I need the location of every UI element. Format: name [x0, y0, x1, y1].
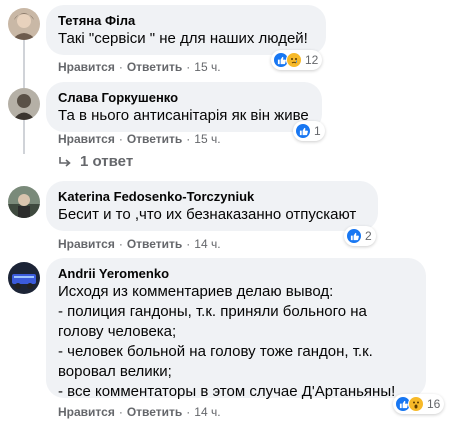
reaction-summary[interactable]: 12 — [271, 50, 323, 70]
reaction-count: 12 — [305, 53, 319, 67]
avatar[interactable] — [8, 186, 40, 218]
comment-actions: Нравится · Ответить · 14 ч. — [58, 404, 221, 420]
comment-bubble: Тетяна Філа Такі "сервіси " не для наших… — [46, 5, 326, 55]
like-icon — [295, 123, 311, 139]
reply-button[interactable]: Ответить — [127, 236, 182, 252]
comment-text: Такі "сервіси " не для наших людей! — [58, 30, 308, 47]
comment-timestamp[interactable]: 15 ч. — [194, 131, 220, 147]
comment-actions: Нравится · Ответить · 15 ч. — [58, 59, 221, 75]
comment-author[interactable]: Тетяна Філа — [58, 13, 314, 29]
avatar[interactable] — [8, 8, 40, 40]
comment-text: Исходя из комментариев делаю вывод: - по… — [58, 283, 396, 400]
comment-text: Бесит и то ,что их безнаказанно отпускаю… — [58, 206, 357, 223]
like-button[interactable]: Нравится — [58, 59, 115, 75]
reaction-summary[interactable]: 1 — [293, 121, 325, 141]
reaction-summary[interactable]: 2 — [344, 226, 376, 246]
thread-connector — [23, 40, 25, 88]
reaction-count: 2 — [365, 229, 372, 243]
avatar[interactable] — [8, 262, 40, 294]
comment-bubble: Katerina Fedosenko-Torczyniuk Бесит и то… — [46, 181, 378, 231]
like-icon — [346, 228, 362, 244]
thread-connector — [23, 120, 25, 154]
sad-icon — [286, 52, 302, 68]
reply-button[interactable]: Ответить — [127, 59, 182, 75]
like-button[interactable]: Нравится — [58, 404, 115, 420]
wow-icon — [408, 396, 424, 412]
reply-button[interactable]: Ответить — [127, 131, 182, 147]
comment-text: Та в нього антисанітарія як він живе — [58, 107, 309, 124]
comment-bubble: Andrii Yeromenko Исходя из комментариев … — [46, 258, 426, 400]
reaction-summary[interactable]: 16 — [393, 394, 445, 414]
like-button[interactable]: Нравится — [58, 131, 115, 147]
replies-count[interactable]: 1 ответ — [80, 153, 133, 170]
comment-actions: Нравится · Ответить · 14 ч. — [58, 236, 221, 252]
view-replies-link[interactable]: 1 ответ — [58, 153, 133, 170]
comment-timestamp[interactable]: 14 ч. — [194, 236, 220, 252]
comment-author[interactable]: Katerina Fedosenko-Torczyniuk — [58, 189, 366, 205]
comment-bubble: Слава Горкушенко Та в нього антисанітарі… — [46, 82, 322, 132]
comment-actions: Нравится · Ответить · 15 ч. — [58, 131, 221, 147]
comment-author[interactable]: Слава Горкушенко — [58, 90, 310, 106]
comment-timestamp[interactable]: 14 ч. — [194, 404, 220, 420]
like-button[interactable]: Нравится — [58, 236, 115, 252]
avatar[interactable] — [8, 88, 40, 120]
reaction-count: 1 — [314, 124, 321, 138]
reply-arrow-icon — [59, 156, 71, 167]
reaction-count: 16 — [427, 397, 441, 411]
reply-button[interactable]: Ответить — [127, 404, 182, 420]
comment-timestamp[interactable]: 15 ч. — [194, 59, 220, 75]
comment-author[interactable]: Andrii Yeromenko — [58, 266, 414, 282]
